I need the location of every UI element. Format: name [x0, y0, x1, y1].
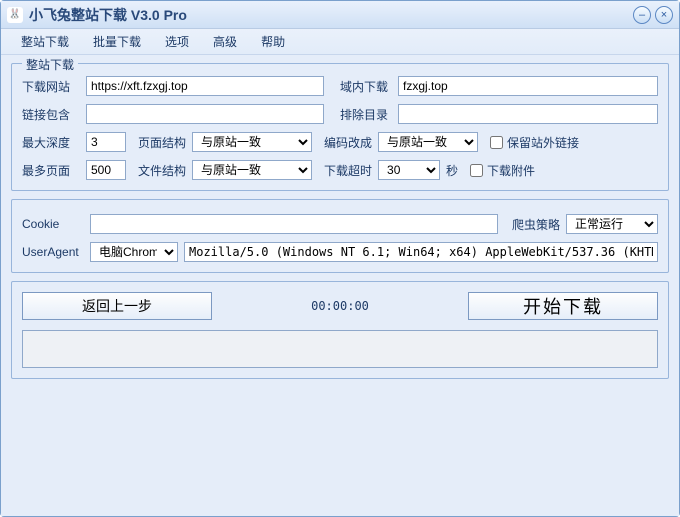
- checkbox-keep-external-input[interactable]: [490, 136, 503, 149]
- minimize-button[interactable]: –: [633, 6, 651, 24]
- select-file-structure[interactable]: 与原站一致: [192, 160, 312, 180]
- select-page-structure[interactable]: 与原站一致: [192, 132, 312, 152]
- window-title: 小飞兔整站下载 V3.0 Pro: [29, 5, 629, 25]
- start-download-button[interactable]: 开始下载: [468, 292, 658, 320]
- input-download-url[interactable]: [86, 76, 324, 96]
- label-domain: 域内下载: [340, 78, 392, 95]
- app-icon: 🐰: [7, 7, 23, 23]
- label-max-depth: 最大深度: [22, 134, 80, 151]
- menu-help[interactable]: 帮助: [251, 29, 295, 54]
- close-button[interactable]: ×: [655, 6, 673, 24]
- checkbox-keep-external-label: 保留站外链接: [507, 134, 579, 151]
- select-crawl-strategy[interactable]: 正常运行: [566, 214, 658, 234]
- label-max-pages: 最多页面: [22, 162, 80, 179]
- label-link-include: 链接包含: [22, 106, 80, 123]
- select-ua-preset[interactable]: 电脑Chrome: [90, 242, 178, 262]
- label-file-structure: 文件结构: [138, 162, 186, 179]
- menu-site-download[interactable]: 整站下载: [11, 29, 79, 54]
- checkbox-download-attachments-input[interactable]: [470, 164, 483, 177]
- progress-bar: [22, 330, 658, 368]
- label-exclude-dir: 排除目录: [340, 106, 392, 123]
- checkbox-download-attachments-label: 下载附件: [487, 162, 535, 179]
- menu-batch-download[interactable]: 批量下载: [83, 29, 151, 54]
- input-cookie[interactable]: [90, 214, 498, 234]
- input-max-pages[interactable]: [86, 160, 126, 180]
- label-page-structure: 页面结构: [138, 134, 186, 151]
- menubar: 整站下载 批量下载 选项 高级 帮助: [1, 29, 679, 55]
- menu-advanced[interactable]: 高级: [203, 29, 247, 54]
- input-max-depth[interactable]: [86, 132, 126, 152]
- label-download-url: 下载网站: [22, 78, 80, 95]
- bottom-panel: 返回上一步 00:00:00 开始下载: [11, 281, 669, 379]
- elapsed-timer: 00:00:00: [218, 299, 462, 313]
- label-encoding: 编码改成: [324, 134, 372, 151]
- select-encoding[interactable]: 与原站一致: [378, 132, 478, 152]
- input-link-include[interactable]: [86, 104, 324, 124]
- input-exclude-dir[interactable]: [398, 104, 658, 124]
- input-domain[interactable]: [398, 76, 658, 96]
- checkbox-download-attachments[interactable]: 下载附件: [470, 162, 535, 179]
- group-site-download: 整站下载 下载网站 域内下载 链接包含 排除目录 最大深度 页面结构 与原站一致: [11, 63, 669, 191]
- titlebar: 🐰 小飞兔整站下载 V3.0 Pro – ×: [1, 1, 679, 29]
- label-timeout: 下载超时: [324, 162, 372, 179]
- checkbox-keep-external[interactable]: 保留站外链接: [490, 134, 579, 151]
- label-crawl-strategy: 爬虫策略: [512, 216, 560, 233]
- group-crawler: Cookie 爬虫策略 正常运行 UserAgent 电脑Chrome: [11, 199, 669, 273]
- back-button[interactable]: 返回上一步: [22, 292, 212, 320]
- group-title: 整站下载: [22, 56, 78, 73]
- input-ua-string[interactable]: [184, 242, 658, 262]
- select-timeout[interactable]: 30: [378, 160, 440, 180]
- menu-options[interactable]: 选项: [155, 29, 199, 54]
- label-seconds: 秒: [446, 162, 458, 179]
- label-user-agent: UserAgent: [22, 245, 84, 259]
- label-cookie: Cookie: [22, 217, 84, 231]
